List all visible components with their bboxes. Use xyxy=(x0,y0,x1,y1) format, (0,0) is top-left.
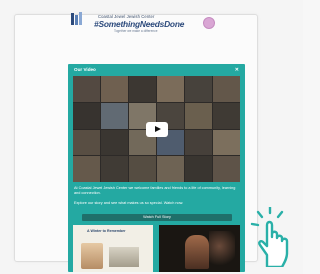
tile-winter-image-secondary xyxy=(109,247,139,267)
brand-subline: Together we make a difference xyxy=(114,29,158,33)
brand-header: Coastal Jewel Jewish Center #SomethingNe… xyxy=(84,14,194,38)
brand-hashtag: #SomethingNeedsDone xyxy=(94,19,185,29)
panel-title: Our Video xyxy=(74,67,96,72)
panel-description: At Coastal Jewel Jewish Center we welcom… xyxy=(74,186,236,195)
tile-winter[interactable]: A Winter to Remember xyxy=(73,225,153,272)
tile-winter-image xyxy=(81,243,103,269)
tile-portrait-background xyxy=(209,231,235,269)
content-tiles: A Winter to Remember xyxy=(73,225,240,272)
badge-icon[interactable] xyxy=(203,17,215,29)
screenshot-stage: Coastal Jewel Jewish Center #SomethingNe… xyxy=(0,0,303,274)
video-panel: Our Video ✕ At Coastal Jewel Jewish Cent… xyxy=(68,64,245,272)
panel-subtext: Explore our story and see what makes us … xyxy=(74,201,184,205)
tile-portrait[interactable] xyxy=(159,225,240,272)
panel-header: Our Video ✕ xyxy=(68,64,245,75)
tile-portrait-figure xyxy=(185,235,209,269)
pointer-hand-icon xyxy=(250,207,289,267)
tile-winter-title: A Winter to Remember xyxy=(87,229,126,233)
play-icon[interactable] xyxy=(146,122,168,137)
close-icon[interactable]: ✕ xyxy=(235,67,239,73)
logo-icon xyxy=(71,12,82,25)
watch-button[interactable]: Watch Full Story xyxy=(82,214,232,221)
video-player[interactable] xyxy=(73,76,240,182)
